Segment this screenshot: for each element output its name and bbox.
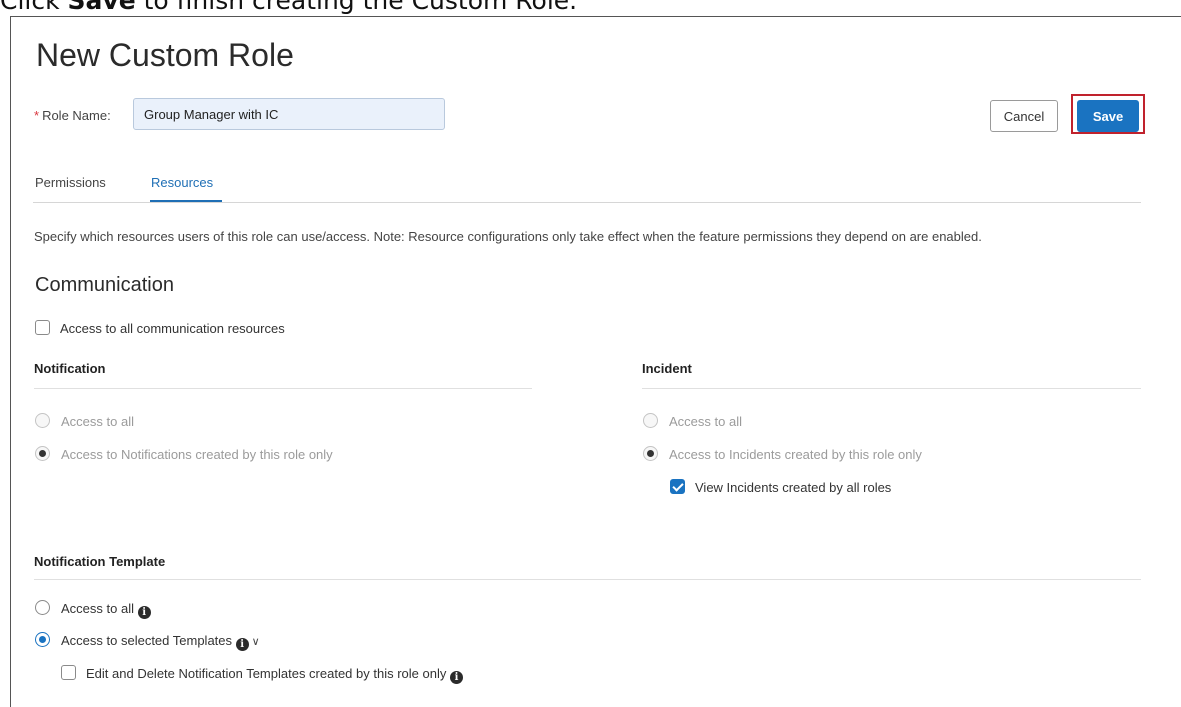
notification-own-only-radio[interactable] (35, 446, 50, 461)
incident-heading: Incident (642, 361, 692, 376)
info-icon[interactable]: i (137, 606, 151, 619)
required-mark: * (34, 108, 40, 123)
notification-access-all-label: Access to all (61, 414, 134, 429)
edit-delete-own-templates-label: Edit and Delete Notification Templates c… (86, 666, 447, 681)
access-all-communication-checkbox[interactable] (35, 320, 50, 335)
view-all-incidents-checkbox[interactable] (670, 479, 685, 494)
notification-template-heading: Notification Template (34, 554, 166, 569)
caption-suffix: to finish creating the Custom Role. (135, 0, 578, 15)
template-access-all-label: Access to all (61, 601, 134, 616)
edit-delete-own-templates-checkbox[interactable] (61, 665, 76, 680)
incident-access-all-label: Access to all (669, 414, 742, 429)
notification-access-all-radio[interactable] (35, 413, 50, 428)
role-name-input[interactable] (133, 98, 445, 130)
template-selected-label: Access to selected Templates (61, 633, 233, 648)
template-selected-radio[interactable] (35, 632, 50, 647)
template-access-all-radio[interactable] (35, 600, 50, 615)
notification-template-divider (34, 579, 1141, 580)
role-editor-panel: New Custom Role *Role Name: Cancel Save … (10, 16, 1181, 707)
page-title: New Custom Role (36, 37, 294, 73)
role-name-label: * Role Name: (34, 108, 111, 123)
chevron-down-icon[interactable]: ∨ (252, 635, 260, 648)
template-selected-option: Access to selected Templates i ∨ (61, 633, 260, 651)
view-all-incidents-label: View Incidents created by all roles (695, 480, 892, 495)
incident-own-only-label: Access to Incidents created by this role… (669, 447, 922, 462)
communication-heading: Communication (35, 274, 174, 296)
caption-prefix: Click (0, 0, 68, 15)
instruction-caption: Click Save to finish creating the Custom… (0, 0, 1181, 16)
notification-divider (34, 388, 532, 389)
access-all-communication-label: Access to all communication resources (60, 321, 285, 336)
edit-delete-own-templates-option: Edit and Delete Notification Templates c… (86, 666, 463, 684)
active-tab-indicator (150, 200, 222, 202)
incident-own-only-radio[interactable] (643, 446, 658, 461)
notification-heading: Notification (34, 361, 106, 376)
cancel-button[interactable]: Cancel (990, 100, 1058, 132)
tab-permissions[interactable]: Permissions (35, 175, 106, 190)
resources-description: Specify which resources users of this ro… (34, 229, 982, 244)
save-button[interactable]: Save (1077, 100, 1139, 132)
notification-own-only-label: Access to Notifications created by this … (61, 447, 333, 462)
role-name-label-separator: : (107, 108, 111, 123)
caption-save-word: Save (67, 0, 136, 15)
tab-resources[interactable]: Resources (151, 175, 213, 190)
incident-divider (642, 388, 1141, 389)
role-name-label-text: Role Name (42, 108, 108, 123)
info-icon[interactable]: i (235, 638, 249, 651)
incident-access-all-radio[interactable] (643, 413, 658, 428)
tabs-divider (33, 202, 1141, 203)
info-icon[interactable]: i (449, 671, 463, 684)
template-access-all-option: Access to all i (61, 601, 151, 619)
